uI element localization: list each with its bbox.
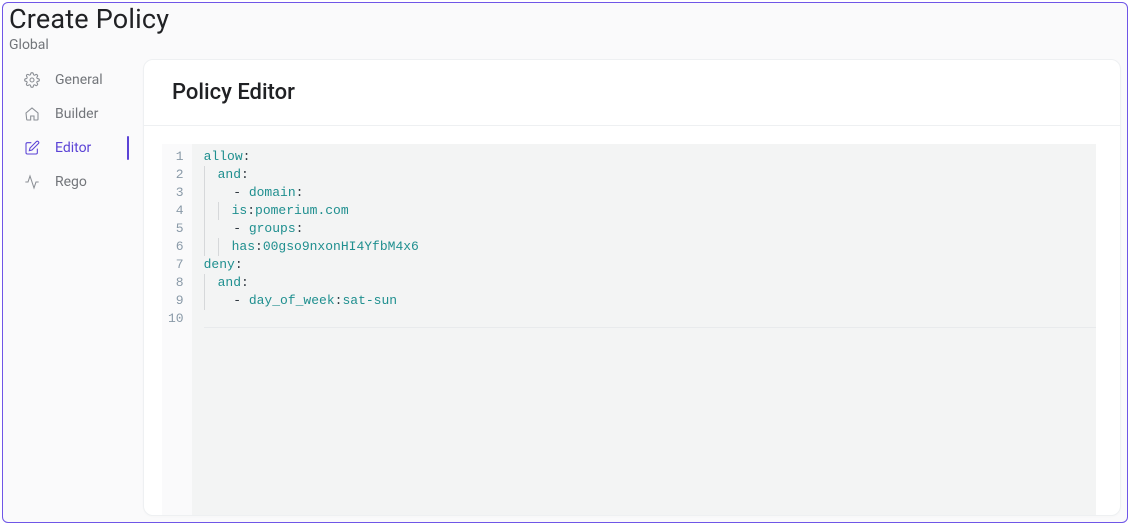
- panel-title: Policy Editor: [172, 80, 1092, 105]
- line-number: 1: [168, 148, 184, 166]
- sidebar-item-label: Rego: [55, 174, 87, 190]
- code-line[interactable]: - groups:: [204, 220, 1096, 238]
- sidebar-item-rego[interactable]: Rego: [3, 165, 143, 199]
- gear-icon: [23, 71, 41, 89]
- breadcrumb: Global: [9, 37, 1117, 53]
- activity-icon: [23, 173, 41, 191]
- line-number: 8: [168, 274, 184, 292]
- code-line[interactable]: has: 00gso9nxonHI4YfbM4x6: [204, 238, 1096, 256]
- line-number: 5: [168, 220, 184, 238]
- sidebar: General Builder Editor Rego: [3, 59, 143, 516]
- code-line[interactable]: - domain:: [204, 184, 1096, 202]
- editor-container: 12345678910 allow:and: - domain: is: pom…: [144, 126, 1120, 515]
- code-line[interactable]: deny:: [204, 256, 1096, 274]
- code-line[interactable]: [204, 310, 1096, 328]
- code-editor[interactable]: 12345678910 allow:and: - domain: is: pom…: [162, 144, 1096, 515]
- line-number: 2: [168, 166, 184, 184]
- sidebar-item-label: General: [55, 72, 103, 88]
- app-frame: Create Policy Global General Builder Ed: [2, 2, 1128, 523]
- page-header: Create Policy Global: [3, 3, 1127, 59]
- main-panel: Policy Editor 12345678910 allow:and: - d…: [143, 59, 1121, 516]
- sidebar-item-builder[interactable]: Builder: [3, 97, 143, 131]
- sidebar-item-editor[interactable]: Editor: [3, 131, 143, 165]
- home-icon: [23, 105, 41, 123]
- code-line[interactable]: allow:: [204, 148, 1096, 166]
- page-title: Create Policy: [9, 3, 1117, 35]
- code-line[interactable]: and:: [204, 166, 1096, 184]
- sidebar-item-general[interactable]: General: [3, 63, 143, 97]
- code-line[interactable]: and:: [204, 274, 1096, 292]
- sidebar-item-label: Editor: [55, 140, 91, 156]
- line-number: 7: [168, 256, 184, 274]
- panel-header: Policy Editor: [144, 60, 1120, 126]
- code-area[interactable]: allow:and: - domain: is: pomerium.com - …: [192, 144, 1096, 324]
- line-number: 6: [168, 238, 184, 256]
- edit-icon: [23, 139, 41, 157]
- line-number: 9: [168, 292, 184, 310]
- line-gutter: 12345678910: [162, 144, 192, 515]
- code-line[interactable]: is: pomerium.com: [204, 202, 1096, 220]
- code-line[interactable]: - day_of_week: sat-sun: [204, 292, 1096, 310]
- line-number: 4: [168, 202, 184, 220]
- line-number: 3: [168, 184, 184, 202]
- line-number: 10: [168, 310, 184, 328]
- sidebar-item-label: Builder: [55, 106, 98, 122]
